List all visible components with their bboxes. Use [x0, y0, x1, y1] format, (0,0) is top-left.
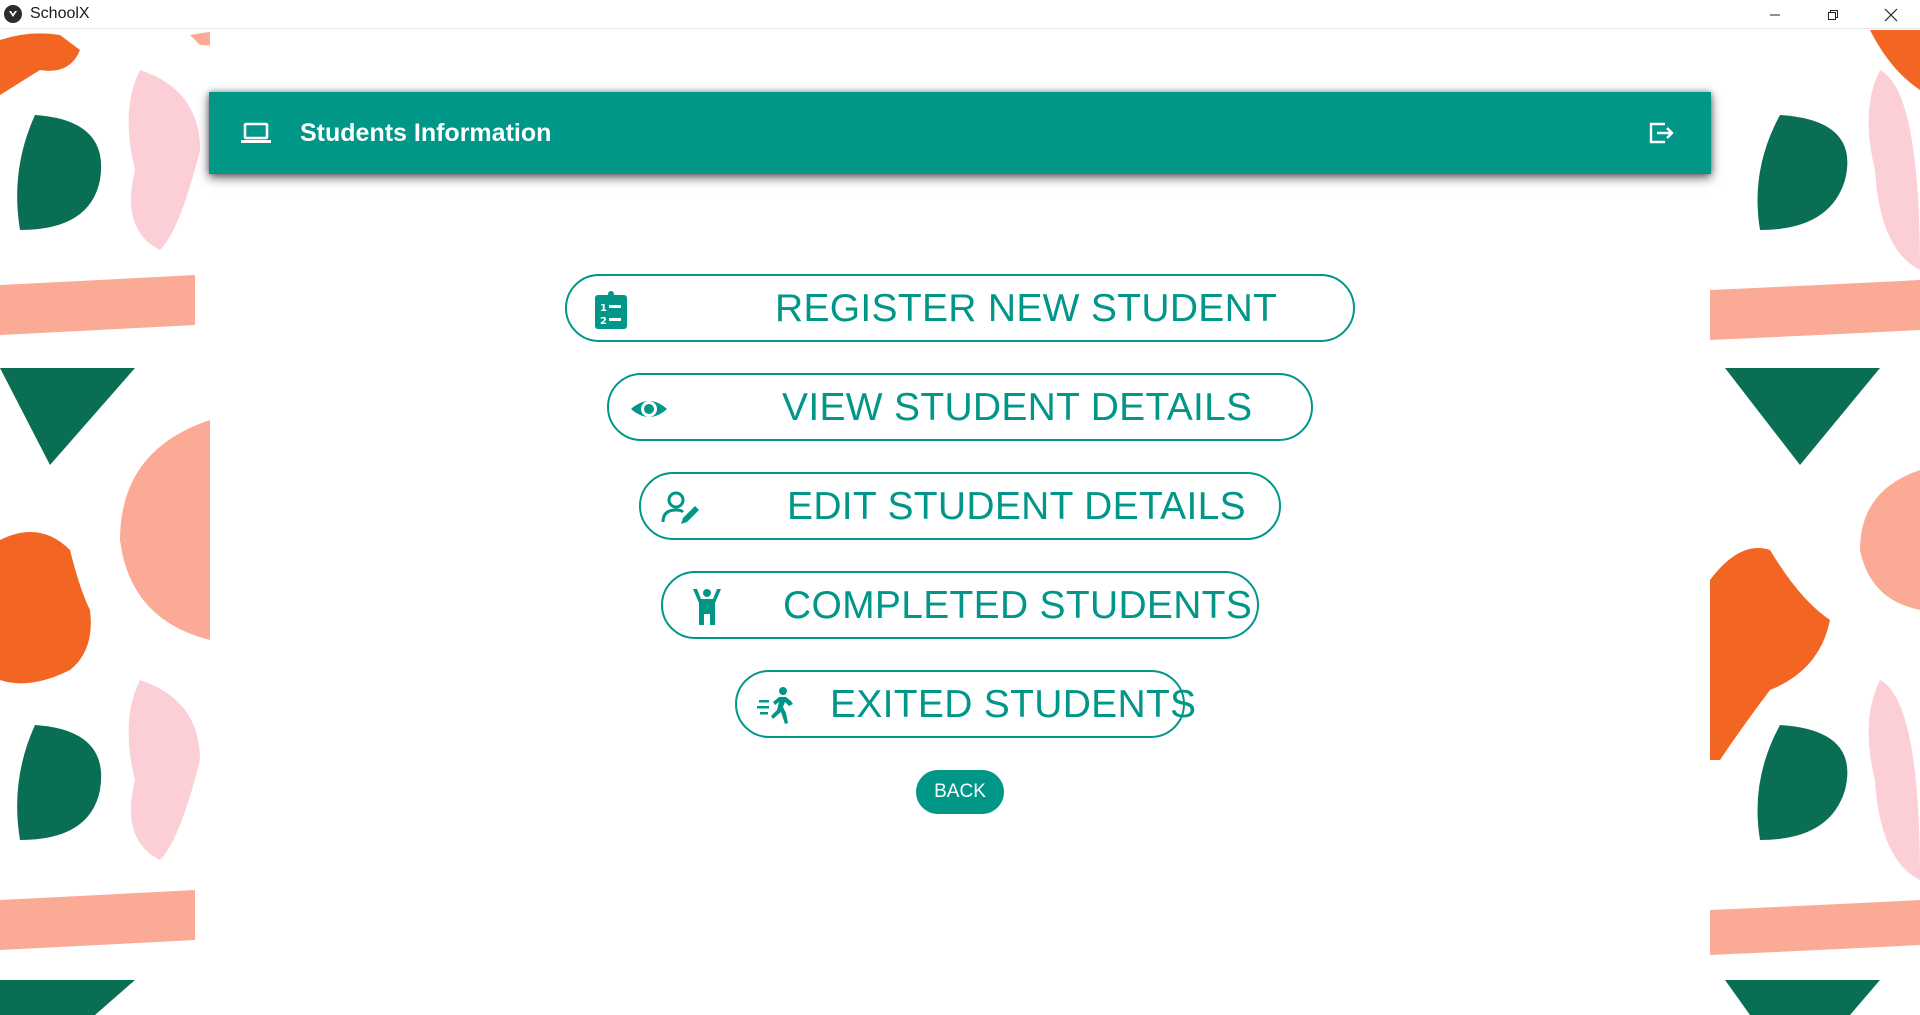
restore-button[interactable] [1804, 0, 1862, 29]
minimize-button[interactable] [1746, 0, 1804, 29]
app-logo-icon [4, 5, 22, 23]
view-student-details-button[interactable]: VIEW STUDENT DETAILS [607, 373, 1313, 441]
register-new-student-button[interactable]: 1 2 REGISTER NEW STUDENT [565, 274, 1355, 342]
logout-icon[interactable] [1643, 116, 1677, 150]
running-person-icon [757, 687, 793, 724]
page-title: Students Information [300, 119, 552, 147]
close-icon [1884, 8, 1898, 21]
minimize-icon [1770, 14, 1780, 15]
app-header: Students Information [209, 92, 1711, 174]
view-student-details-label: VIEW STUDENT DETAILS [782, 386, 1253, 429]
user-edit-icon [661, 491, 699, 524]
clipboard-list-icon: 1 2 [595, 291, 627, 329]
register-new-student-label: REGISTER NEW STUDENT [775, 287, 1278, 330]
exited-students-button[interactable]: EXITED STUDENTS [735, 670, 1196, 738]
window-titlebar: SchoolX [0, 0, 1920, 29]
svg-text:1: 1 [600, 303, 607, 314]
exited-students-label: EXITED STUDENTS [830, 683, 1197, 726]
eye-icon [631, 401, 667, 417]
completed-students-label: COMPLETED STUDENTS [783, 584, 1253, 627]
edit-student-details-button[interactable]: EDIT STUDENT DETAILS [639, 472, 1281, 540]
svg-text:2: 2 [600, 316, 607, 327]
restore-icon [1828, 9, 1838, 20]
back-button[interactable]: BACK [916, 770, 1004, 814]
window-title: SchoolX [30, 5, 90, 22]
close-button[interactable] [1862, 0, 1920, 29]
edit-student-details-label: EDIT STUDENT DETAILS [787, 485, 1246, 528]
laptop-icon [241, 122, 271, 143]
completed-students-button[interactable]: COMPLETED STUDENTS [661, 571, 1259, 639]
person-raised-arms-icon [693, 589, 721, 625]
window-controls [1746, 0, 1920, 29]
